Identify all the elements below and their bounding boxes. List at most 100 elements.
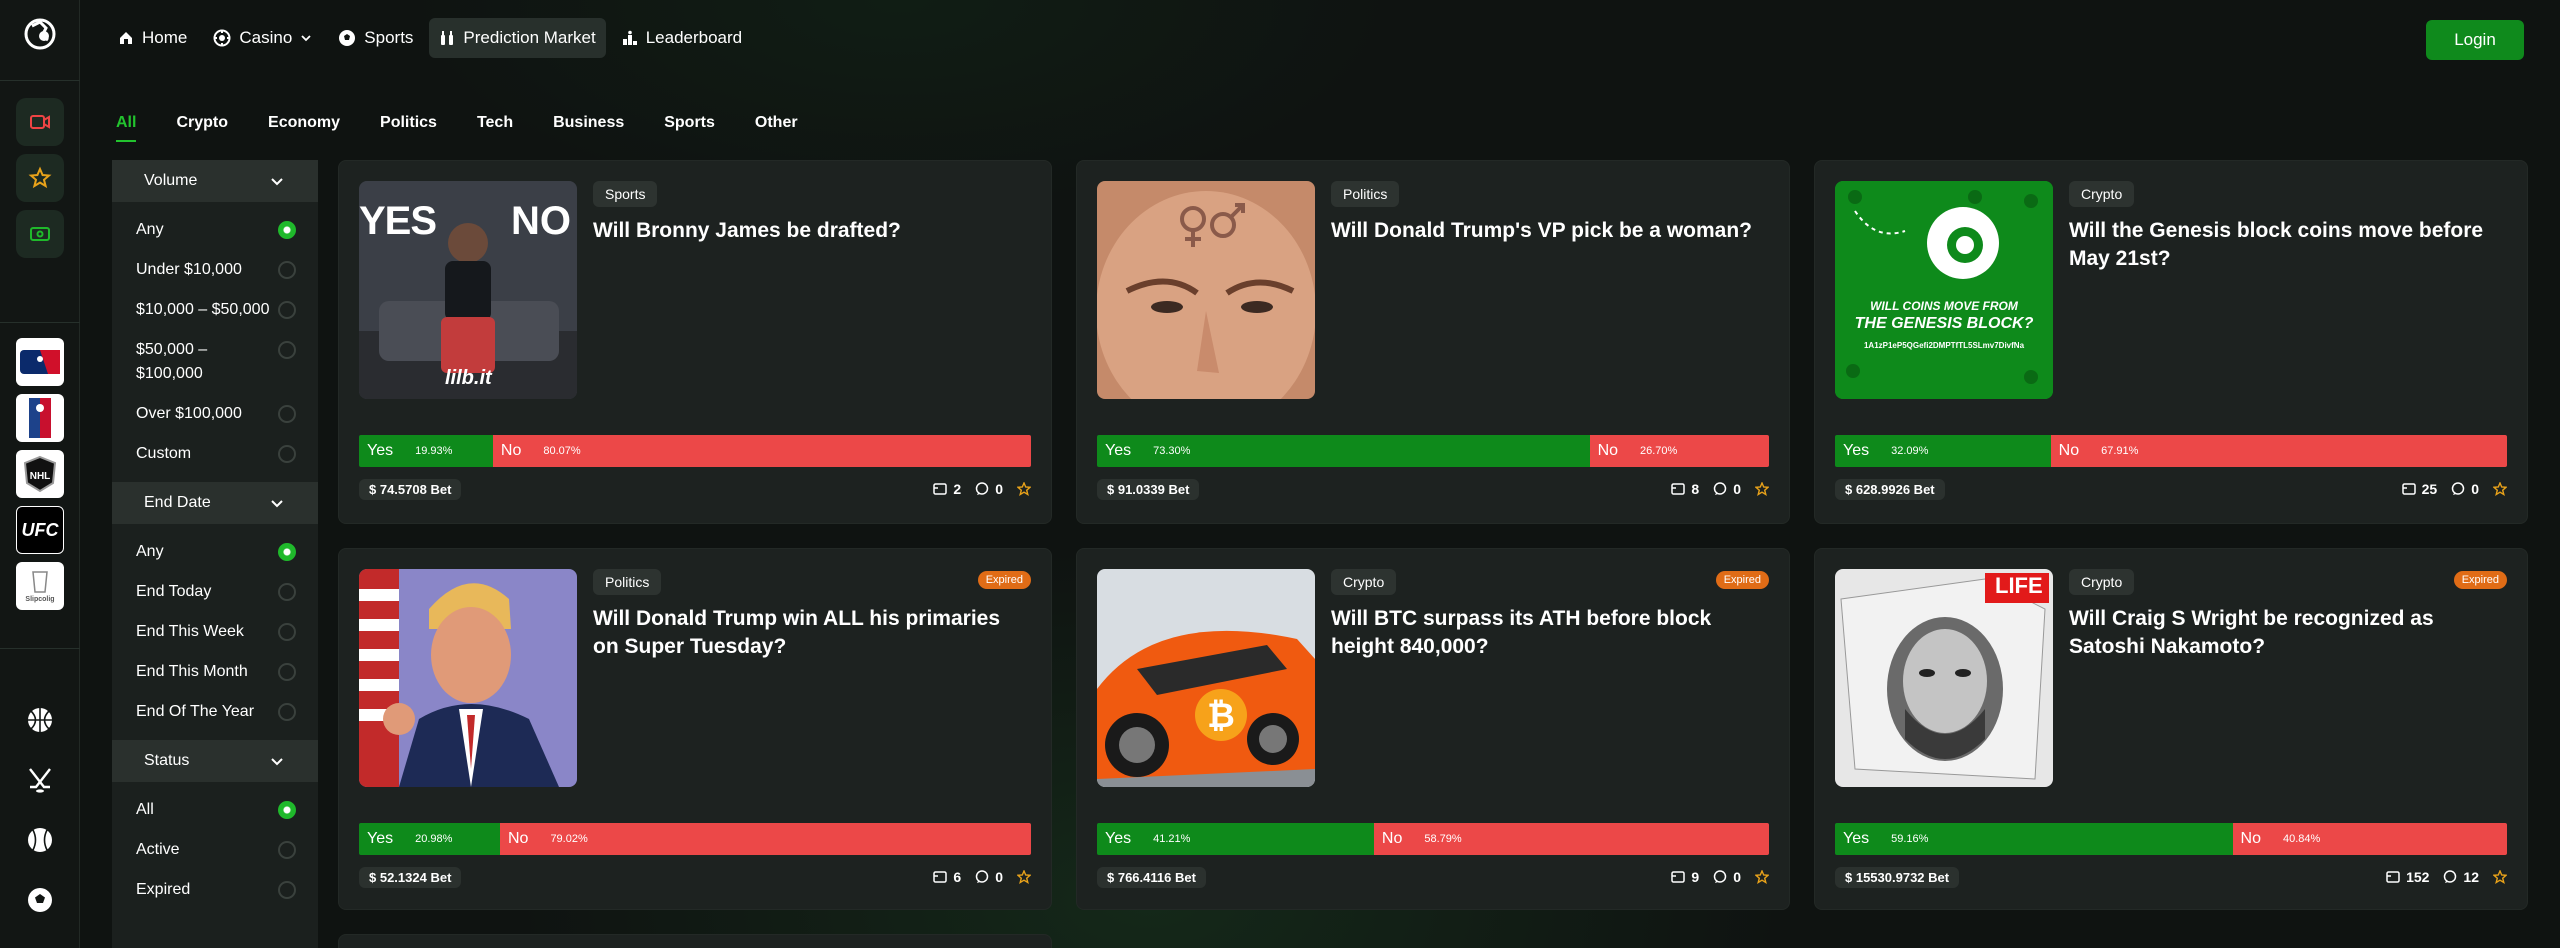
slipcolig-league-icon[interactable]: Slipcolig <box>16 562 64 610</box>
yes-segment[interactable]: Yes 32.09% <box>1835 435 2051 467</box>
tab-sports[interactable]: Sports <box>664 110 715 142</box>
volume-option-under-10000[interactable]: Under $10,000 <box>112 258 318 298</box>
radio-selected[interactable] <box>278 801 296 819</box>
radio-selected[interactable] <box>278 221 296 239</box>
market-card[interactable]: ₿ Crypto Expired Will BTC surpass its AT… <box>1076 548 1790 910</box>
basketball-icon[interactable] <box>24 704 56 736</box>
market-title[interactable]: Will Donald Trump win ALL his primaries … <box>593 605 1021 661</box>
odds-bar[interactable]: Yes 73.30% No 26.70% <box>1097 435 1769 467</box>
app-logo-icon[interactable] <box>20 14 60 54</box>
no-segment[interactable]: No 40.84% <box>2232 823 2507 855</box>
tab-tech[interactable]: Tech <box>477 110 513 142</box>
odds-bar[interactable]: Yes 32.09% No 67.91% <box>1835 435 2507 467</box>
nba-league-icon[interactable] <box>16 394 64 442</box>
market-card[interactable] <box>338 934 1052 948</box>
star-icon[interactable] <box>1755 482 1769 496</box>
yes-segment[interactable]: Yes 59.16% <box>1835 823 2233 855</box>
star-icon[interactable] <box>1755 870 1769 884</box>
status-option-active[interactable]: Active <box>112 838 318 878</box>
status-filter-header[interactable]: Status <box>112 740 318 782</box>
market-card[interactable]: YES NO lilb.it Sports Will Bronny James … <box>338 160 1052 524</box>
soccer-icon[interactable] <box>24 884 56 916</box>
market-title[interactable]: Will Bronny James be drafted? <box>593 217 1021 245</box>
nav-leaderboard[interactable]: Leaderboard <box>612 18 752 58</box>
odds-bar[interactable]: Yes 19.93% No 80.07% <box>359 435 1031 467</box>
market-card[interactable]: WILL COINS MOVE FROM THE GENESIS BLOCK? … <box>1814 160 2528 524</box>
nav-prediction-market[interactable]: Prediction Market <box>429 18 606 58</box>
nav-sports[interactable]: Sports <box>328 18 423 58</box>
radio[interactable] <box>278 583 296 601</box>
no-segment[interactable]: No 58.79% <box>1373 823 1769 855</box>
baseball-icon[interactable] <box>24 824 56 856</box>
radio[interactable] <box>278 703 296 721</box>
end-date-option-today[interactable]: End Today <box>112 580 318 620</box>
nav-home[interactable]: Home <box>108 18 197 58</box>
no-segment[interactable]: No 26.70% <box>1589 435 1769 467</box>
status-option-expired[interactable]: Expired <box>112 878 318 918</box>
ticket-icon[interactable] <box>16 210 64 258</box>
status-option-all[interactable]: All <box>112 798 318 838</box>
category-tag[interactable]: Crypto <box>2069 569 2135 595</box>
end-date-option-year[interactable]: End Of The Year <box>112 700 318 734</box>
yes-segment[interactable]: Yes 20.98% <box>359 823 500 855</box>
radio[interactable] <box>278 301 296 319</box>
end-date-option-week[interactable]: End This Week <box>112 620 318 660</box>
volume-option-custom[interactable]: Custom <box>112 442 318 476</box>
market-title[interactable]: Will BTC surpass its ATH before block he… <box>1331 605 1759 661</box>
radio[interactable] <box>278 405 296 423</box>
tab-crypto[interactable]: Crypto <box>176 110 228 142</box>
no-segment[interactable]: No 79.02% <box>499 823 1031 855</box>
no-segment[interactable]: No 67.91% <box>2050 435 2507 467</box>
radio[interactable] <box>278 261 296 279</box>
login-button[interactable]: Login <box>2426 20 2524 60</box>
volume-option-over-100000[interactable]: Over $100,000 <box>112 402 318 442</box>
odds-bar[interactable]: Yes 20.98% No 79.02% <box>359 823 1031 855</box>
yes-segment[interactable]: Yes 19.93% <box>359 435 493 467</box>
market-card[interactable]: Politics Will Donald Trump's VP pick be … <box>1076 160 1790 524</box>
live-video-icon[interactable] <box>16 98 64 146</box>
category-tag[interactable]: Crypto <box>2069 181 2135 207</box>
volume-option-any[interactable]: Any <box>112 218 318 258</box>
tab-other[interactable]: Other <box>755 110 798 142</box>
tab-politics[interactable]: Politics <box>380 110 437 142</box>
star-icon[interactable] <box>1017 482 1031 496</box>
end-date-option-month[interactable]: End This Month <box>112 660 318 700</box>
market-card[interactable]: Politics Expired Will Donald Trump win A… <box>338 548 1052 910</box>
star-icon[interactable] <box>2493 482 2507 496</box>
hockey-icon[interactable] <box>24 764 56 796</box>
tab-economy[interactable]: Economy <box>268 110 340 142</box>
favorites-star-icon[interactable] <box>16 154 64 202</box>
market-card[interactable]: LIFE Crypto Expired Will Craig S Wright … <box>1814 548 2528 910</box>
market-title[interactable]: Will Craig S Wright be recognized as Sat… <box>2069 605 2497 661</box>
volume-filter-header[interactable]: Volume <box>112 160 318 202</box>
volume-option-10000-50000[interactable]: $10,000 – $50,000 <box>112 298 318 338</box>
market-title[interactable]: Will Donald Trump's VP pick be a woman? <box>1331 217 1759 245</box>
odds-bar[interactable]: Yes 41.21% No 58.79% <box>1097 823 1769 855</box>
end-date-filter-header[interactable]: End Date <box>112 482 318 524</box>
no-segment[interactable]: No 80.07% <box>492 435 1031 467</box>
nhl-league-icon[interactable]: NHL <box>16 450 64 498</box>
volume-option-50000-100000[interactable]: $50,000 – $100,000 <box>112 338 318 402</box>
tab-business[interactable]: Business <box>553 110 624 142</box>
yes-segment[interactable]: Yes 73.30% <box>1097 435 1590 467</box>
category-tag[interactable]: Politics <box>1331 181 1400 207</box>
nav-casino[interactable]: Casino <box>203 18 322 58</box>
category-tag[interactable]: Crypto <box>1331 569 1397 595</box>
category-tag[interactable]: Sports <box>593 181 658 207</box>
yes-segment[interactable]: Yes 41.21% <box>1097 823 1374 855</box>
radio[interactable] <box>278 623 296 641</box>
ufc-league-icon[interactable]: UFC <box>16 506 64 554</box>
radio[interactable] <box>278 663 296 681</box>
star-icon[interactable] <box>2493 870 2507 884</box>
radio-selected[interactable] <box>278 543 296 561</box>
radio[interactable] <box>278 841 296 859</box>
radio[interactable] <box>278 341 296 359</box>
radio[interactable] <box>278 445 296 463</box>
mlb-league-icon[interactable] <box>16 338 64 386</box>
radio[interactable] <box>278 881 296 899</box>
market-title[interactable]: Will the Genesis block coins move before… <box>2069 217 2497 273</box>
star-icon[interactable] <box>1017 870 1031 884</box>
category-tag[interactable]: Politics <box>593 569 662 595</box>
end-date-option-any[interactable]: Any <box>112 540 318 580</box>
odds-bar[interactable]: Yes 59.16% No 40.84% <box>1835 823 2507 855</box>
